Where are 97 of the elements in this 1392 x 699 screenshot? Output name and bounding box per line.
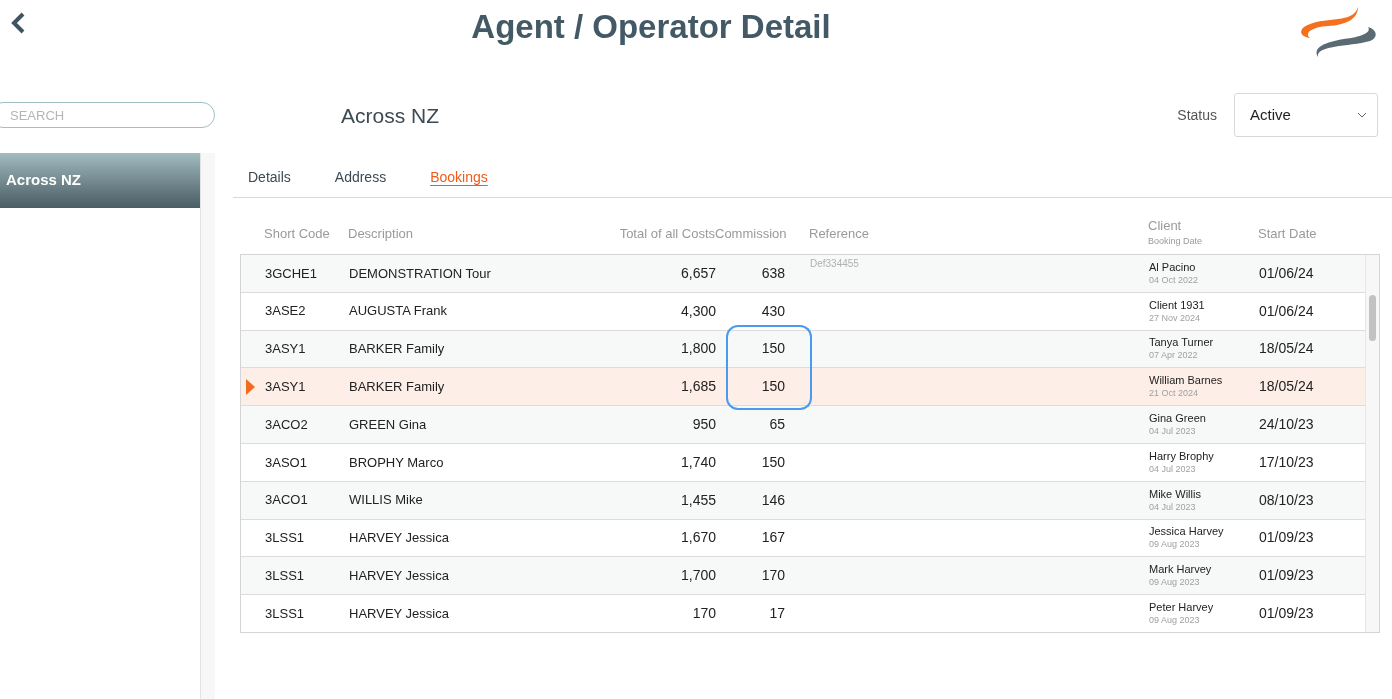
client-name: Al Pacino: [1149, 259, 1197, 274]
table-cell: 24/10/23: [1259, 416, 1314, 433]
table-cell: AUGUSTA Frank: [349, 303, 447, 319]
tab[interactable]: Details: [248, 167, 291, 188]
booking-date: 09 Aug 2023: [1149, 576, 1201, 590]
client-name: Jessica Harvey: [1149, 524, 1225, 539]
page-title: Agent / Operator Detail: [471, 7, 831, 48]
table-cell: 01/09/23: [1259, 605, 1314, 622]
table-cell: 17/10/23: [1259, 453, 1314, 470]
client-name: Harry Brophy: [1149, 448, 1215, 463]
column-header: Client: [1148, 217, 1183, 236]
table-cell: 3ASE2: [265, 303, 306, 319]
booking-date: 04 Jul 2023: [1149, 462, 1197, 476]
booking-date: 21 Oct 2024: [1149, 387, 1200, 401]
search-field[interactable]: SEARCH: [0, 102, 215, 128]
table-cell: 3ACO2: [265, 416, 308, 432]
column-header: Short Code: [264, 225, 331, 244]
column-header: Total of all Costs: [618, 225, 715, 244]
booking-date: 09 Aug 2023: [1149, 538, 1201, 552]
client-name: Tanya Turner: [1149, 335, 1215, 350]
table-cell: GREEN Gina: [349, 416, 427, 432]
table-cell: 950: [692, 416, 716, 433]
table-cell: 150: [761, 340, 785, 357]
table-cell: BARKER Family: [349, 379, 445, 395]
booking-date: 07 Apr 2022: [1149, 349, 1199, 363]
table-cell: 1,800: [680, 340, 716, 357]
table-cell: 170: [692, 605, 716, 622]
table-cell: 01/09/23: [1259, 567, 1314, 584]
booking-date: 27 Nov 2024: [1149, 311, 1202, 325]
table-cell: 18/05/24: [1259, 378, 1314, 395]
table-row[interactable]: 3GCHE1 DEMONSTRATION Tour 6,657 638 Def334455 Al Pacino 04 Oct 2022 01/06/24: [241, 255, 1365, 293]
status-label: Status: [1177, 105, 1217, 125]
table-cell: 1,685: [680, 378, 716, 395]
client-name: Mark Harvey: [1149, 562, 1213, 577]
column-header: Description: [348, 225, 415, 244]
table-row[interactable]: 3ASY1 BARKER Family 1,685 150 William Barnes 21 Oct 2024 18/05/24: [241, 368, 1365, 407]
client-name: Peter Harvey: [1149, 600, 1215, 615]
table-cell: 170: [761, 567, 785, 584]
reference-text: Def334455: [810, 258, 859, 269]
table-cell: 4,300: [680, 302, 716, 319]
sidebar-item[interactable]: Across NZ: [0, 153, 200, 208]
column-header: Start Date: [1258, 225, 1318, 244]
client-name: William Barnes: [1149, 373, 1224, 388]
selected-row-marker-icon: [246, 378, 255, 395]
client-name: Gina Green: [1149, 411, 1207, 426]
table-cell: 01/06/24: [1259, 302, 1314, 319]
client-name: Client 1931: [1149, 297, 1206, 312]
table-cell: 1,700: [680, 567, 716, 584]
table-row[interactable]: 3LSS1 HARVEY Jessica 1,700 170 Mark Harvey 09 Aug 2023 01/09/23: [241, 557, 1365, 596]
table-cell: 3LSS1: [265, 568, 305, 583]
table-cell: BROPHY Marco: [349, 454, 444, 470]
table-cell: 01/09/23: [1259, 529, 1314, 546]
table-cell: 638: [761, 264, 785, 281]
table-cell: 1,455: [680, 491, 716, 508]
table-cell: HARVEY Jessica: [349, 530, 449, 546]
booking-date: 04 Jul 2023: [1149, 425, 1197, 439]
table-cell: 146: [761, 491, 785, 508]
agent-name: Across NZ: [341, 103, 439, 129]
table-cell: 167: [761, 529, 785, 546]
table-cell: 3LSS1: [265, 605, 305, 621]
table-cell: 3ASY1: [265, 379, 306, 395]
status-dropdown[interactable]: Active: [1234, 93, 1378, 137]
table-cell: 150: [761, 453, 785, 470]
booking-date: 04 Oct 2022: [1149, 273, 1200, 287]
table-cell: DEMONSTRATION Tour: [349, 265, 491, 281]
table-cell: 430: [761, 302, 785, 319]
table-row[interactable]: 3ACO2 GREEN Gina 950 65 Gina Green 04 Jul 2023 24/10/23: [241, 406, 1365, 444]
table-cell: WILLIS Mike: [349, 492, 423, 508]
chevron-down-icon: [1357, 112, 1367, 118]
table-cell: 01/06/24: [1259, 264, 1314, 281]
table-cell: 3ASO1: [265, 454, 307, 470]
table-cell: 18/05/24: [1259, 340, 1314, 357]
table-cell: 08/10/23: [1259, 491, 1314, 508]
table-cell: HARVEY Jessica: [349, 568, 449, 583]
table-cell: BARKER Family: [349, 341, 445, 357]
table-cell: 3ASY1: [265, 341, 306, 357]
table-cell: 150: [761, 378, 785, 395]
column-header: Commission: [715, 225, 784, 244]
column-subheader: Booking Date: [1148, 235, 1204, 246]
table-cell: 3LSS1: [265, 530, 305, 546]
table-cell: 6,657: [680, 264, 716, 281]
scrollbar-thumb[interactable]: [1369, 295, 1376, 341]
table-cell: 1,740: [680, 453, 716, 470]
column-header: Reference: [809, 225, 870, 244]
table-cell: 17: [769, 605, 785, 622]
booking-date: 04 Jul 2023: [1149, 500, 1197, 514]
table-cell: 65: [769, 416, 785, 433]
table-cell: 3GCHE1: [265, 265, 318, 281]
client-name: Mike Willis: [1149, 486, 1202, 501]
back-icon[interactable]: [10, 12, 26, 34]
logo-icon: [1298, 5, 1378, 59]
table-cell: 1,670: [680, 529, 716, 546]
table-cell: HARVEY Jessica: [349, 605, 449, 621]
booking-date: 09 Aug 2023: [1149, 614, 1201, 628]
table-row[interactable]: 3ACO1 WILLIS Mike 1,455 146 Mike Willis 04 Jul 2023 08/10/23: [241, 481, 1365, 520]
tab[interactable]: Address: [334, 167, 387, 188]
table-cell: 3ACO1: [265, 492, 308, 508]
